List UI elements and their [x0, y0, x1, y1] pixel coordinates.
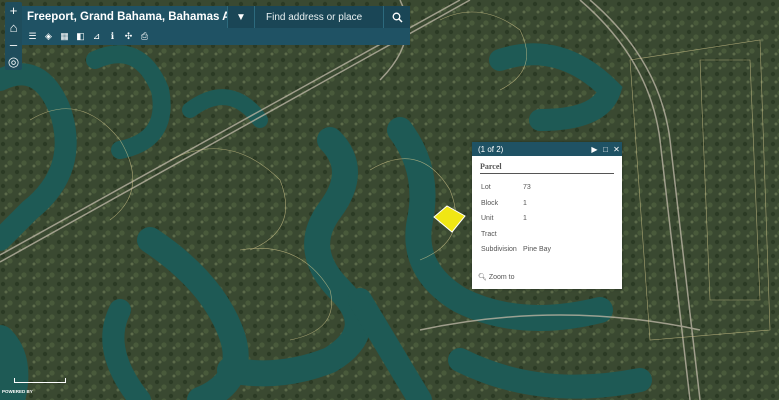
maximize-icon[interactable]: □	[600, 145, 611, 154]
attribute-row: Lot 73	[481, 180, 622, 196]
attribute-label: Lot	[481, 184, 491, 192]
map-toolbar: ☰ ◈ ▦ ◧ ⊿ ℹ ✣ ⎙	[22, 28, 410, 45]
attribute-value: 1	[523, 215, 527, 223]
close-icon[interactable]: ✕	[611, 145, 622, 154]
search-icon	[392, 12, 403, 23]
popup-header: (1 of 2) ▶ □ ✕	[472, 142, 622, 156]
attribute-value: 1	[523, 199, 527, 207]
zoom-out-button[interactable]: –	[5, 36, 22, 53]
share-icon[interactable]: ✣	[121, 29, 136, 44]
attribution-text: POWERED BY	[2, 389, 33, 394]
search-button[interactable]	[383, 6, 410, 28]
scale-bar	[14, 378, 66, 383]
app-title: Freeport, Grand Bahama, Bahamas Addresse…	[27, 11, 281, 23]
popup-title: Parcel	[480, 162, 614, 174]
search-box[interactable]: Find address or place	[254, 6, 410, 28]
zoom-to-link[interactable]: 🔍︎ Zoom to	[478, 273, 515, 281]
attribute-row: Block 1	[481, 196, 622, 212]
attribute-label: Subdivision	[481, 246, 517, 254]
attribute-row: Subdivision Pine Bay	[481, 242, 622, 258]
chevron-down-icon: ▼	[236, 11, 246, 23]
attribute-row: Tract	[481, 227, 622, 243]
basemap-icon[interactable]: ▦	[57, 29, 72, 44]
search-source-dropdown[interactable]: ▼	[227, 6, 254, 28]
layers-icon[interactable]: ◈	[41, 29, 56, 44]
legend-icon[interactable]: ◧	[73, 29, 88, 44]
zoom-in-button[interactable]: +	[5, 2, 22, 19]
print-icon[interactable]: ⎙	[137, 29, 152, 44]
satellite-map[interactable]	[0, 0, 779, 400]
next-feature-button[interactable]: ▶	[589, 145, 600, 154]
attribute-label: Tract	[481, 230, 497, 238]
attribute-row: Unit 1	[481, 211, 622, 227]
zoom-controls: + ⌂ – ◎	[5, 2, 22, 70]
locate-button[interactable]: ◎	[5, 53, 22, 70]
attribute-label: Block	[481, 199, 499, 207]
attribute-value: 73	[523, 184, 531, 192]
app-header: Freeport, Grand Bahama, Bahamas Addresse…	[22, 6, 410, 28]
attribute-value: Pine Bay	[523, 246, 552, 254]
popup-counter: (1 of 2)	[478, 144, 504, 154]
attribute-label: Unit	[481, 215, 494, 223]
info-icon[interactable]: ℹ	[105, 29, 120, 44]
feature-popup: (1 of 2) ▶ □ ✕ Parcel Lot 73 Block 1 Unit 1…	[472, 142, 622, 289]
home-button[interactable]: ⌂	[5, 19, 22, 36]
zoom-to-label: Zoom to	[488, 274, 515, 281]
search-input[interactable]: Find address or place	[255, 12, 383, 23]
list-icon[interactable]: ☰	[25, 29, 40, 44]
measure-icon[interactable]: ⊿	[89, 29, 104, 44]
zoom-icon: 🔍︎	[478, 274, 487, 281]
